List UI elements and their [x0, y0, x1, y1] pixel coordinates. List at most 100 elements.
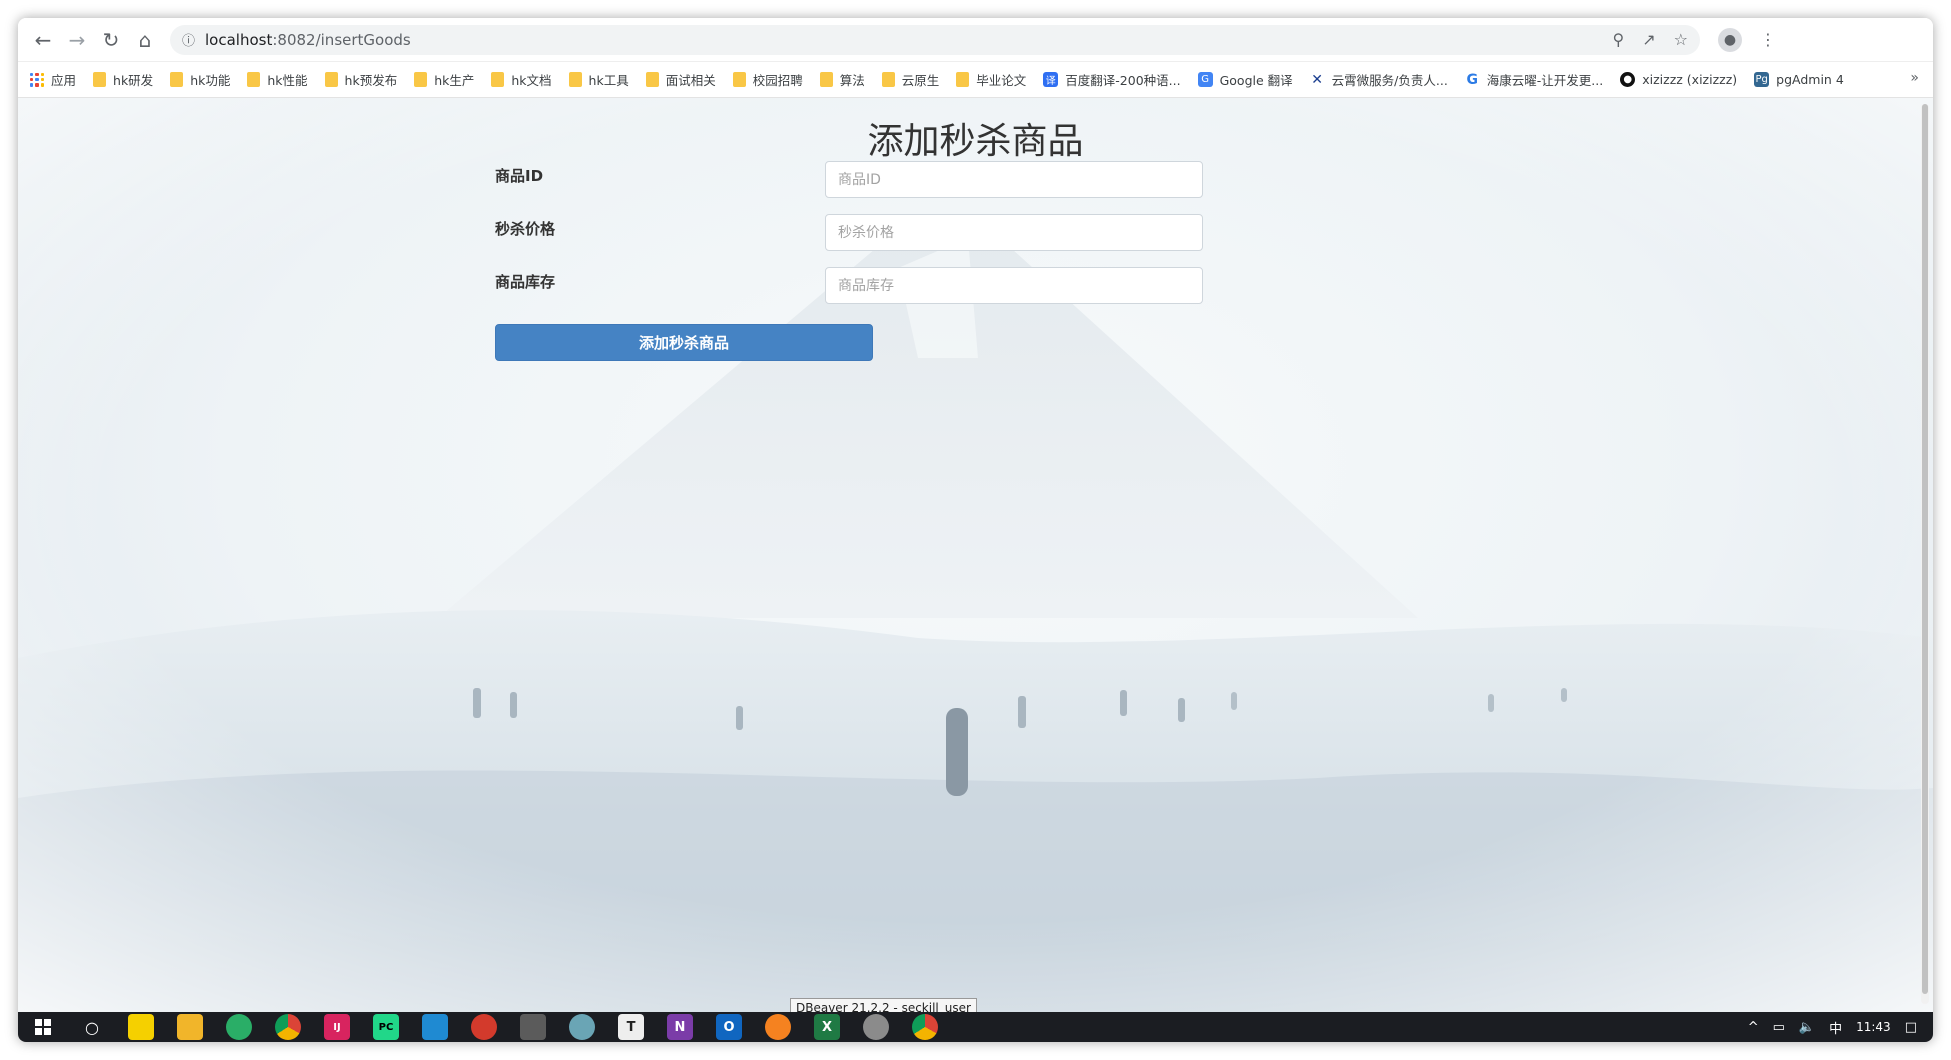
bookmark-label: hk工具: [588, 73, 629, 88]
seckill-price-label: 秒杀价格: [495, 220, 556, 238]
app-gray-icon[interactable]: [520, 1014, 546, 1040]
browser-toolbar: ← → ↻ ⌂ ⓘ localhost:8082/insertGoods ⚲ ↗…: [18, 18, 1933, 62]
bookmark-link[interactable]: Pg pgAdmin 4: [1754, 72, 1844, 87]
chrome-active-icon[interactable]: [912, 1014, 938, 1040]
goods-id-label: 商品ID: [495, 167, 544, 185]
typora-icon[interactable]: T: [618, 1014, 644, 1040]
x-icon: ✕: [1311, 71, 1324, 88]
bookmark-link[interactable]: G 海康云曜-让开发更...: [1465, 70, 1604, 89]
github-icon: ●: [1620, 72, 1636, 87]
folder-icon: [247, 72, 261, 87]
vscode-icon[interactable]: [422, 1014, 448, 1040]
bookmark-label: 海康云曜-让开发更...: [1486, 73, 1604, 88]
outlook-icon[interactable]: O: [716, 1014, 742, 1040]
bookmark-folder[interactable]: hk文档: [491, 70, 552, 89]
tray-chevron-icon[interactable]: ^: [1748, 1020, 1759, 1035]
menu-kebab-icon[interactable]: ⋮: [1760, 30, 1776, 49]
bookmark-label: hk生产: [434, 73, 475, 88]
windows-taskbar: ○ IJ PC T N O X ^ ▭ 🔈 中 11:43 □: [18, 1012, 1933, 1042]
apps-grid-icon: [30, 72, 44, 87]
bookmark-apps[interactable]: 应用: [30, 70, 76, 89]
excel-icon[interactable]: X: [814, 1014, 840, 1040]
taskbar-search-icon[interactable]: ○: [79, 1014, 105, 1040]
profile-avatar-icon[interactable]: ●: [1718, 27, 1742, 52]
bookmark-label: hk研发: [113, 73, 154, 88]
baidu-translate-icon: 译: [1043, 72, 1059, 87]
goods-stock-label: 商品库存: [495, 273, 556, 291]
url-path: :8082/insertGoods: [272, 30, 411, 49]
star-icon[interactable]: ☆: [1674, 30, 1688, 49]
chrome-icon[interactable]: [275, 1014, 301, 1040]
bookmark-folder[interactable]: 算法: [819, 70, 865, 89]
volume-icon[interactable]: 🔈: [1799, 1020, 1815, 1035]
bookmark-label: xizizzz (xizizzz): [1642, 72, 1738, 87]
pgadmin-icon: Pg: [1754, 72, 1770, 87]
zoom-icon[interactable]: ⚲: [1613, 30, 1625, 49]
form-row-goods-id: 商品ID: [495, 161, 1203, 198]
address-bar[interactable]: ⓘ localhost:8082/insertGoods ⚲ ↗ ☆: [170, 24, 1700, 55]
wechat-icon[interactable]: [226, 1014, 252, 1040]
notification-icon[interactable]: □: [1905, 1020, 1917, 1035]
url-host: localhost: [205, 30, 273, 49]
bookmark-folder[interactable]: hk研发: [93, 70, 153, 89]
seckill-price-input[interactable]: [825, 214, 1203, 251]
sticky-notes-icon[interactable]: [128, 1014, 154, 1040]
bookmark-folder[interactable]: hk性能: [247, 70, 308, 89]
folder-icon: [414, 72, 428, 87]
bookmark-folder[interactable]: hk预发布: [324, 70, 397, 89]
g-icon: G: [1466, 71, 1479, 88]
bookmark-label: hk性能: [267, 73, 308, 88]
intellij-icon[interactable]: IJ: [324, 1014, 350, 1040]
home-icon[interactable]: ⌂: [130, 25, 160, 55]
google-translate-icon: G: [1197, 72, 1213, 87]
bookmark-label: 校园招聘: [752, 73, 803, 88]
bookmark-folder[interactable]: hk生产: [414, 70, 474, 89]
bookmark-link[interactable]: ✕ 云霄微服务/负责人...: [1310, 70, 1448, 89]
app-red-icon[interactable]: [471, 1014, 497, 1040]
folder-icon: [645, 72, 659, 87]
bookmark-link[interactable]: G Google 翻译: [1197, 70, 1293, 89]
bookmark-folder[interactable]: 云原生: [881, 70, 939, 89]
bookmark-folder[interactable]: hk功能: [170, 70, 230, 89]
bookmark-label: 面试相关: [665, 73, 716, 88]
scrollbar-thumb[interactable]: [1922, 104, 1928, 994]
network-icon[interactable]: ▭: [1773, 1020, 1785, 1035]
pycharm-icon[interactable]: PC: [373, 1014, 399, 1040]
onenote-icon[interactable]: N: [667, 1014, 693, 1040]
bookmarks-bar: 应用 hk研发 hk功能 hk性能 hk预发布 hk生产 hk文档 hk工具 面…: [18, 62, 1933, 98]
bookmark-folder[interactable]: 面试相关: [645, 70, 716, 89]
folder-icon: [170, 72, 184, 87]
app-teal-icon[interactable]: [569, 1014, 595, 1040]
bookmark-folder[interactable]: 校园招聘: [732, 70, 803, 89]
file-explorer-icon[interactable]: [177, 1014, 203, 1040]
folder-icon: [956, 72, 970, 87]
bookmark-folder[interactable]: 毕业论文: [956, 70, 1026, 89]
page-viewport: 添加秒杀商品 商品ID 秒杀价格 商品库存 添加秒杀商品: [18, 98, 1933, 1012]
goods-id-input[interactable]: [825, 161, 1203, 198]
folder-icon: [881, 72, 895, 87]
goods-stock-input[interactable]: [825, 267, 1203, 304]
sublime-icon[interactable]: [765, 1014, 791, 1040]
reload-icon[interactable]: ↻: [96, 25, 126, 55]
page-scrollbar[interactable]: [1921, 104, 1929, 1004]
clock[interactable]: 11:43: [1856, 1020, 1891, 1034]
bookmark-label: 算法: [839, 73, 865, 88]
folder-icon: [324, 72, 338, 87]
share-icon[interactable]: ↗: [1642, 30, 1655, 49]
bookmark-link[interactable]: ● xizizzz (xizizzz): [1620, 72, 1737, 87]
bookmark-folder[interactable]: hk工具: [568, 70, 629, 89]
bookmarks-more-icon[interactable]: »: [1910, 70, 1919, 86]
folder-icon: [491, 72, 505, 87]
add-seckill-goods-button[interactable]: 添加秒杀商品: [495, 324, 873, 361]
ime-indicator[interactable]: 中: [1829, 1018, 1842, 1037]
browser-window: ← → ↻ ⌂ ⓘ localhost:8082/insertGoods ⚲ ↗…: [18, 18, 1933, 1042]
bookmark-label: pgAdmin 4: [1776, 72, 1844, 87]
bookmark-link[interactable]: 译百度翻译-200种语...: [1043, 70, 1181, 89]
dbeaver-icon[interactable]: [863, 1014, 889, 1040]
back-icon[interactable]: ←: [28, 25, 58, 55]
forward-icon[interactable]: →: [62, 25, 92, 55]
bookmark-label: hk文档: [511, 73, 552, 88]
windows-start-icon[interactable]: [30, 1014, 56, 1040]
form-row-goods-stock: 商品库存: [495, 267, 1203, 304]
info-icon[interactable]: ⓘ: [182, 30, 195, 49]
